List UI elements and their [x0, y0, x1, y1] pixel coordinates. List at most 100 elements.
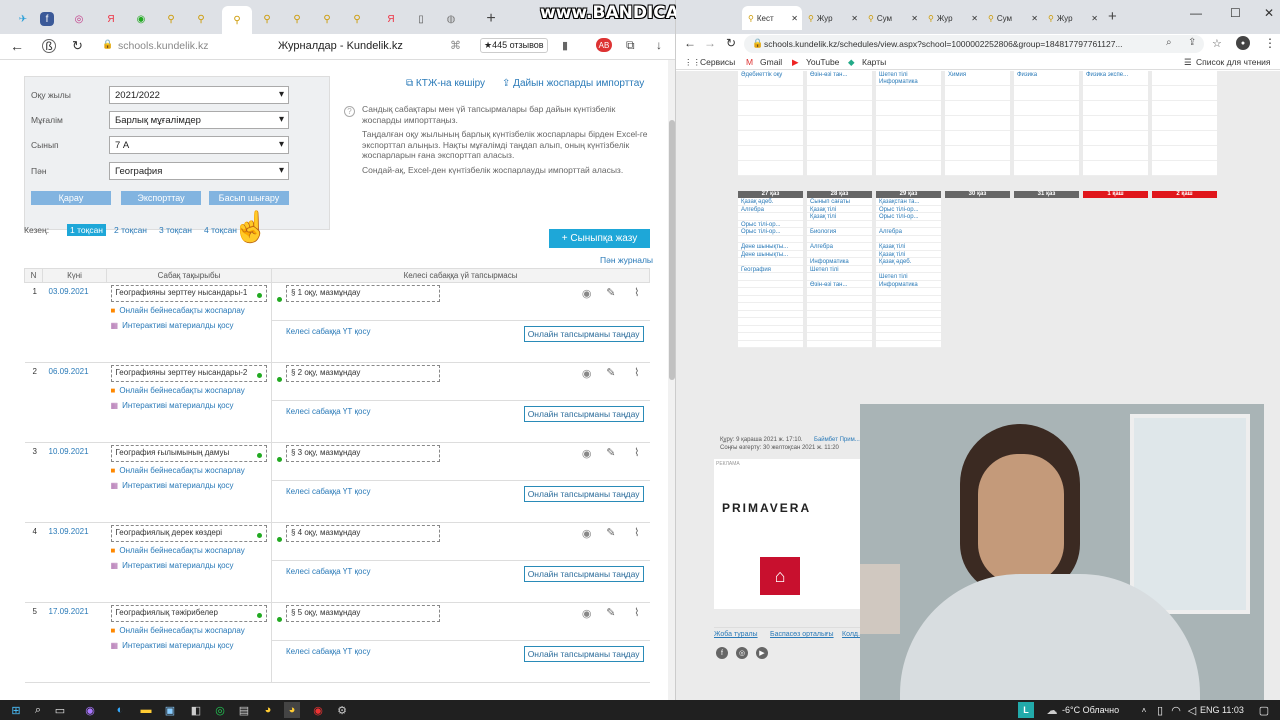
schedule-slot[interactable]	[1152, 86, 1217, 101]
eye-icon[interactable]: ◉	[582, 607, 592, 620]
schedule-slot[interactable]: Шетел тілі	[876, 273, 941, 281]
chevron-up-icon[interactable]: ˄	[1136, 702, 1152, 718]
schedule-slot[interactable]: Биология	[807, 228, 872, 236]
back-icon[interactable]: ←	[10, 38, 24, 54]
tab-journal-3[interactable]: ⚲ Жур ✕	[1042, 6, 1102, 30]
windows-icon[interactable]: ⊞	[8, 702, 24, 718]
add-homework-link[interactable]: Келесі сабаққа ҮТ қосу	[286, 327, 370, 336]
schedule-slot[interactable]	[945, 101, 1010, 116]
subject-select[interactable]: География	[109, 162, 289, 180]
close-icon[interactable]: ✕	[1031, 14, 1038, 23]
back-icon[interactable]: ←	[684, 36, 696, 50]
schedule-slot[interactable]	[738, 296, 803, 303]
schedule-slot[interactable]	[807, 116, 872, 131]
menu-icon[interactable]: ⋮	[1264, 36, 1276, 50]
app-tray-icon[interactable]: L	[1018, 702, 1034, 718]
telegram-icon[interactable]: ✈	[12, 8, 34, 30]
schedule-slot[interactable]	[876, 296, 941, 303]
interactive-material-link[interactable]: ▦ Интерактиві материалды қосу	[111, 321, 268, 330]
schedule-slot[interactable]	[807, 161, 872, 176]
footer-about[interactable]: Жоба туралы	[714, 631, 758, 638]
pencil-icon[interactable]: ✎	[606, 366, 615, 379]
schedule-slot[interactable]	[876, 288, 941, 296]
chrome-icon[interactable]: ◕	[260, 702, 276, 718]
globe-icon[interactable]: ◍	[440, 8, 462, 30]
schedule-slot[interactable]	[1083, 161, 1148, 176]
schedule-slot[interactable]	[807, 236, 872, 243]
tab-summary-1[interactable]: ⚲ Сум ✕	[862, 6, 922, 30]
schedule-slot[interactable]	[1083, 116, 1148, 131]
row-date[interactable]: 06.09.2021	[42, 362, 107, 443]
share-icon[interactable]: ⇪	[1188, 37, 1196, 48]
kundelik-icon[interactable]: ⚲	[160, 8, 182, 30]
apps-icon[interactable]: ⋮⋮	[684, 57, 701, 68]
schedule-slot[interactable]	[738, 288, 803, 296]
schedule-slot[interactable]: Шетел тілі	[807, 266, 872, 273]
footer-press[interactable]: Баспасөз орталығы	[770, 631, 834, 638]
facebook-icon[interactable]: f	[716, 647, 728, 659]
schedule-slot[interactable]: Информатика	[807, 258, 872, 266]
homework-input[interactable]: § 2 оқу, мазмұндау	[286, 365, 440, 382]
teacher-select[interactable]: Барлық мұғалімдер	[109, 111, 289, 129]
yandex-icon[interactable]: Я	[380, 8, 402, 30]
url-text[interactable]: schools.kundelik.kz	[118, 40, 208, 52]
add-homework-link[interactable]: Келесі сабаққа ҮТ қосу	[286, 567, 370, 576]
schedule-slot[interactable]	[876, 116, 941, 131]
explorer-icon[interactable]: ▬	[138, 702, 154, 718]
kundelik-icon[interactable]: ⚲	[316, 8, 338, 30]
lesson-topic-input[interactable]: Географияны зерттеу нысандары-2	[110, 365, 267, 382]
paperclip-icon[interactable]: ⌇	[634, 606, 639, 619]
schedule-slot[interactable]	[807, 273, 872, 281]
minimize-icon[interactable]: —	[1190, 6, 1202, 20]
instagram-icon[interactable]: ◎	[68, 8, 90, 30]
schedule-slot[interactable]	[1083, 146, 1148, 161]
homework-input[interactable]: § 5 оқу, мазмұндау	[286, 605, 440, 622]
schedule-slot[interactable]	[738, 273, 803, 281]
edge-icon[interactable]: ◐	[112, 702, 128, 718]
new-tab-button[interactable]: +	[480, 8, 502, 30]
row-date[interactable]: 17.09.2021	[42, 602, 107, 683]
schedule-slot[interactable]: Әдебиеттік оқу	[738, 71, 803, 86]
kundelik-icon[interactable]: ⚲	[256, 8, 278, 30]
taskview-icon[interactable]: ▭	[52, 702, 68, 718]
schedule-slot[interactable]	[945, 86, 1010, 101]
reviews-badge[interactable]: ★445 отзывов	[480, 38, 548, 53]
kundelik-icon[interactable]: ⚲	[190, 8, 212, 30]
add-homework-link[interactable]: Келесі сабаққа ҮТ қосу	[286, 487, 370, 496]
schedule-slot[interactable]	[1152, 131, 1217, 146]
schedule-slot[interactable]	[1014, 161, 1079, 176]
settings-icon[interactable]: ⚙	[334, 702, 350, 718]
close-icon[interactable]: ✕	[911, 14, 918, 23]
bookmark-services[interactable]: Сервисы	[700, 57, 735, 67]
schedule-slot[interactable]	[1083, 131, 1148, 146]
copy-ktzh-link[interactable]: ⧉ КТЖ-на көшіру	[406, 78, 485, 89]
schedule-slot[interactable]	[738, 101, 803, 116]
online-lesson-link[interactable]: ■ Онлайн бейнесабақты жоспарлау	[111, 626, 268, 635]
bookmark-gmail[interactable]: Gmail	[760, 57, 782, 67]
forward-icon[interactable]: →	[704, 36, 716, 50]
download-icon[interactable]: ↓	[656, 38, 662, 52]
schedule-slot[interactable]	[807, 341, 872, 348]
year-select[interactable]: 2021/2022	[109, 86, 289, 104]
schedule-slot[interactable]: Орыс тілі-ор...	[876, 213, 941, 221]
view-button[interactable]: Қарау	[31, 191, 111, 205]
schedule-slot[interactable]	[738, 161, 803, 176]
schedule-slot[interactable]	[1152, 161, 1217, 176]
schedule-slot[interactable]: Алгебра	[807, 243, 872, 251]
row-date[interactable]: 03.09.2021	[42, 282, 107, 363]
schedule-slot[interactable]	[945, 146, 1010, 161]
tab-journal-1[interactable]: ⚲ Жур ✕	[802, 6, 862, 30]
whatsapp-icon[interactable]: ◉	[130, 8, 152, 30]
avatar[interactable]: ●	[1236, 36, 1250, 50]
schedule-slot[interactable]	[807, 251, 872, 258]
schedule-slot[interactable]: Қазақ тілі	[807, 213, 872, 221]
pencil-icon[interactable]: ✎	[606, 446, 615, 459]
schedule-slot[interactable]	[876, 303, 941, 311]
close-icon[interactable]: ✕	[791, 14, 798, 23]
schedule-slot[interactable]	[1014, 101, 1079, 116]
schedule-slot[interactable]	[876, 333, 941, 341]
files-icon[interactable]: ▤	[236, 702, 252, 718]
schedule-slot[interactable]: Қазақ әдеб.	[876, 258, 941, 266]
schedule-slot[interactable]: Өзін-өзі тан...	[807, 71, 872, 86]
creator-link[interactable]: Баймбет Прим...	[814, 437, 860, 443]
